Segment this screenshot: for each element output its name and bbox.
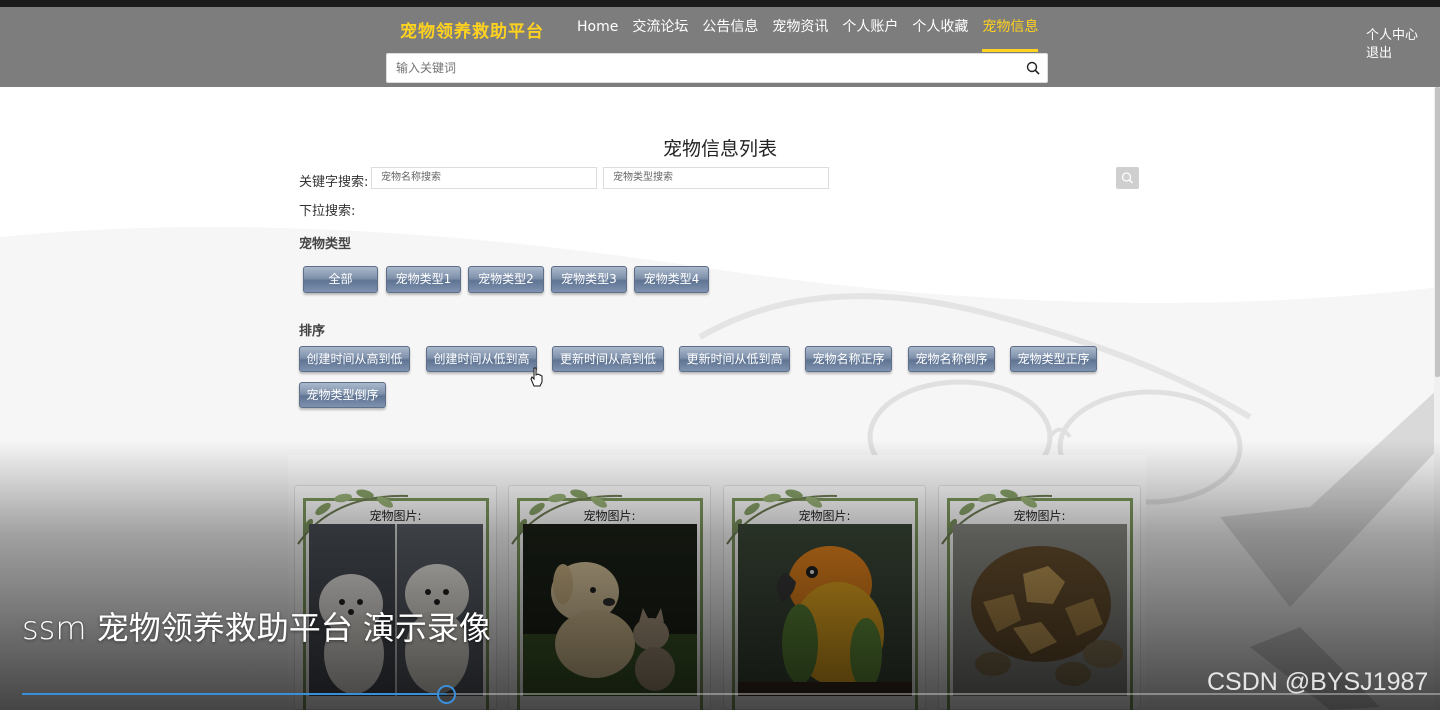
pet-card[interactable]: 宠物图片: [294, 485, 497, 710]
search-icon [1121, 172, 1134, 184]
pet-card[interactable]: 宠物图片: [938, 485, 1141, 710]
logout-link[interactable]: 退出 [1366, 45, 1418, 63]
keyword-search-label: 关键字搜索: [299, 175, 369, 190]
video-progress-fill [22, 693, 447, 695]
category-button-type1[interactable]: 宠物类型1 [386, 266, 461, 293]
dropdown-search-label: 下拉搜索: [299, 204, 356, 219]
pet-card[interactable]: 宠物图片: [508, 485, 711, 710]
video-title: ssm 宠物领养救助平台 演示录像 [22, 609, 491, 647]
sort-name-desc-button[interactable]: 宠物名称倒序 [908, 346, 995, 372]
category-button-all[interactable]: 全部 [303, 266, 378, 293]
user-links: 个人中心 退出 [1366, 27, 1418, 63]
main-nav: Home 交流论坛 公告信息 宠物资讯 个人账户 个人收藏 宠物信息 [570, 17, 1045, 52]
watermark: CSDN @BYSJ1987 [1207, 668, 1429, 696]
pet-photo-parrot[interactable] [738, 524, 912, 696]
category-button-type2[interactable]: 宠物类型2 [468, 266, 544, 293]
pet-photo-tortoise[interactable] [953, 524, 1127, 696]
window-top-strip [0, 0, 1440, 7]
card-label: 宠物图片: [583, 509, 636, 523]
pet-photo-puppy-kitten[interactable] [523, 524, 697, 696]
page-title: 宠物信息列表 [662, 138, 777, 160]
sort-name-asc-button[interactable]: 宠物名称正序 [805, 346, 892, 372]
card-label: 宠物图片: [798, 509, 851, 523]
video-progress-knob[interactable] [437, 685, 456, 704]
sort-type-desc-button[interactable]: 宠物类型倒序 [299, 382, 386, 408]
sort-updated-desc-button[interactable]: 更新时间从高到低 [552, 346, 664, 372]
nav-item-home[interactable]: Home [570, 17, 625, 51]
scrollbar-thumb[interactable] [1435, 87, 1440, 377]
brand-logo-text[interactable]: 宠物领养救助平台 [400, 17, 544, 42]
filter-search-button[interactable] [1116, 167, 1139, 189]
nav-item-announcements[interactable]: 公告信息 [695, 17, 765, 51]
category-button-type3[interactable]: 宠物类型3 [551, 266, 627, 293]
sort-section-title: 排序 [299, 324, 326, 339]
pet-type-search-input[interactable]: 宠物类型搜索 [603, 167, 829, 189]
user-center-link[interactable]: 个人中心 [1366, 27, 1418, 45]
global-search-input[interactable] [387, 54, 1007, 82]
nav-item-account[interactable]: 个人账户 [835, 17, 905, 51]
pet-card[interactable]: 宠物图片: [723, 485, 926, 710]
pet-name-search-input[interactable]: 宠物名称搜索 [371, 167, 597, 189]
nav-item-favorites[interactable]: 个人收藏 [905, 17, 975, 51]
nav-item-pet-news[interactable]: 宠物资讯 [765, 17, 835, 51]
card-label: 宠物图片: [1013, 509, 1066, 523]
search-icon[interactable] [1025, 60, 1041, 76]
nav-item-forum[interactable]: 交流论坛 [625, 17, 695, 51]
pet-type-section-title: 宠物类型 [299, 237, 352, 252]
top-navbar: 宠物领养救助平台 Home 交流论坛 公告信息 宠物资讯 个人账户 个人收藏 宠… [0, 7, 1440, 87]
sort-created-asc-button[interactable]: 创建时间从低到高 [426, 346, 537, 372]
sort-type-asc-button[interactable]: 宠物类型正序 [1010, 346, 1097, 372]
category-button-type4[interactable]: 宠物类型4 [634, 266, 709, 293]
card-label: 宠物图片: [369, 509, 422, 523]
sort-updated-asc-button[interactable]: 更新时间从低到高 [679, 346, 790, 372]
global-search-bar [386, 53, 1048, 83]
sort-created-desc-button[interactable]: 创建时间从高到低 [299, 346, 410, 372]
nav-item-pet-info[interactable]: 宠物信息 [975, 17, 1045, 52]
hand-pointer-icon [530, 367, 543, 387]
